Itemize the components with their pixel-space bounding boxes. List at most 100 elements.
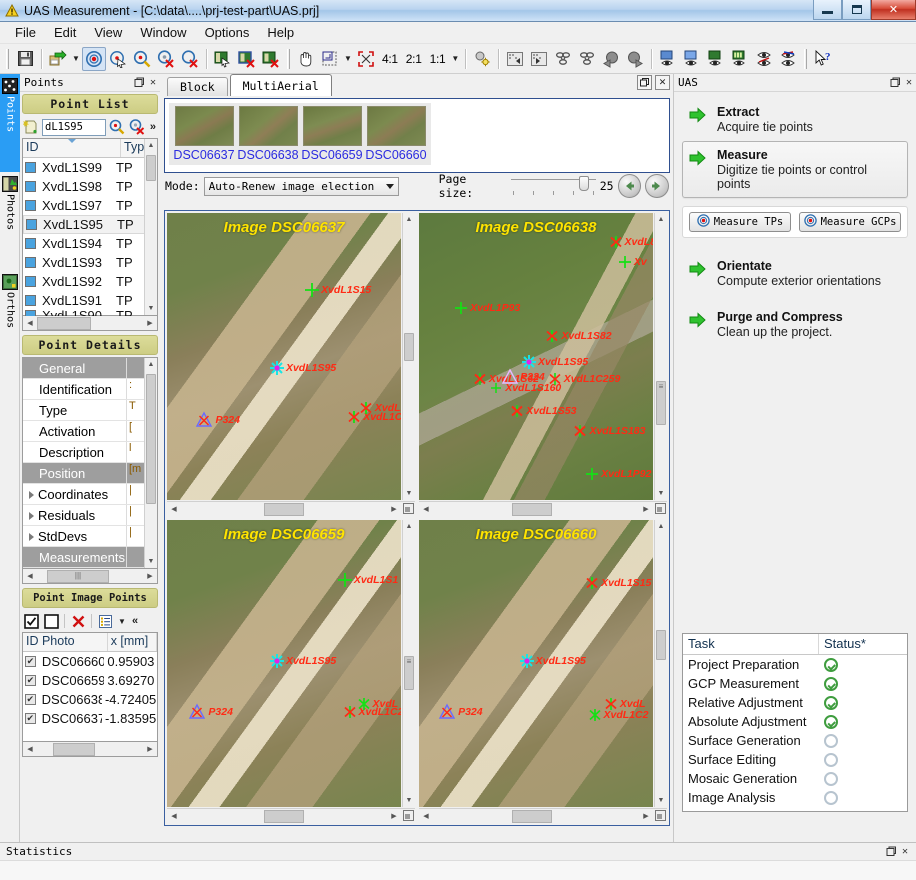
sidebar-item-photos[interactable]: Photos xyxy=(0,172,20,270)
globe-back-icon[interactable] xyxy=(599,47,623,71)
scroll-thumb[interactable] xyxy=(511,502,552,516)
slider-thumb[interactable] xyxy=(578,176,589,191)
measure-gcps-button[interactable]: Measure GCPs xyxy=(799,212,901,232)
scroll-up-icon[interactable]: ▲ xyxy=(403,213,415,226)
row-checkbox[interactable]: ✔ xyxy=(25,656,36,667)
minimize-button[interactable] xyxy=(813,0,842,20)
table-row[interactable]: XvdL1S94 TP xyxy=(23,234,157,253)
link-images-icon[interactable] xyxy=(551,47,575,71)
detail-row-activation[interactable]: Activation [ xyxy=(23,421,144,442)
menu-item-help[interactable]: Help xyxy=(258,23,303,42)
more-chevron-icon[interactable]: » xyxy=(148,121,158,133)
scroll-thumb[interactable] xyxy=(404,333,414,361)
detail-group-general[interactable]: General xyxy=(23,358,144,379)
scroll-left-icon[interactable]: ◀ xyxy=(23,572,37,580)
image-pick-icon[interactable] xyxy=(211,47,235,71)
zoom-4-1-button[interactable]: 4:1 xyxy=(378,52,402,66)
table-row[interactable]: XvdL1S92 TP xyxy=(23,272,157,291)
step-orientate[interactable]: Orientate Compute exterior orientations xyxy=(682,252,908,295)
pip-hscrollbar[interactable]: ◀ ▶ xyxy=(22,742,158,757)
table-row[interactable]: XvdL1S98 TP xyxy=(23,177,157,196)
eye-gcp-icon[interactable] xyxy=(776,47,800,71)
check-all-icon[interactable] xyxy=(22,612,40,630)
brightness-icon[interactable] xyxy=(470,47,494,71)
viewport-hscrollbar[interactable]: ◀ ▶ xyxy=(167,501,415,516)
viewport-hscrollbar[interactable]: ◀ ▶ xyxy=(419,808,667,823)
viewport-dsc06659[interactable]: Image DSC06659 XvdL1S1 XvdL1S95 P324 Xvd… xyxy=(165,518,417,825)
menu-item-window[interactable]: Window xyxy=(131,23,195,42)
uas-panel-float-icon[interactable] xyxy=(888,76,902,90)
scroll-thumb[interactable] xyxy=(656,630,666,660)
row-checkbox[interactable]: ✔ xyxy=(25,713,36,724)
scroll-left-icon[interactable]: ◀ xyxy=(419,505,433,513)
scroll-up-icon[interactable]: ▲ xyxy=(655,520,667,533)
scroll-left-icon[interactable]: ◀ xyxy=(23,319,37,327)
fit-dropdown-arrow-icon[interactable]: ▼ xyxy=(342,47,354,71)
step-purge-and-compress[interactable]: Purge and Compress Clean up the project. xyxy=(682,303,908,346)
viewport-hscrollbar[interactable]: ◀ ▶ xyxy=(167,808,415,823)
table-row[interactable]: Mosaic Generation xyxy=(683,769,907,788)
scroll-right-icon[interactable]: ▶ xyxy=(143,319,157,327)
uas-panel-close-icon[interactable]: ✕ xyxy=(902,76,916,90)
scroll-thumb[interactable]: ≡ xyxy=(656,381,666,425)
image-delete-icon[interactable] xyxy=(259,47,283,71)
scroll-right-icon[interactable]: ▶ xyxy=(143,572,157,580)
viewport-vscrollbar[interactable]: ▲ ≡ ▼ xyxy=(654,213,667,500)
tab-block[interactable]: Block xyxy=(167,77,228,96)
details-hscrollbar[interactable]: ◀ ||| ▶ xyxy=(22,569,158,584)
table-row[interactable]: GCP Measurement xyxy=(683,674,907,693)
menu-item-file[interactable]: File xyxy=(6,23,45,42)
zoom-1-1-button[interactable]: 1:1 xyxy=(426,52,450,66)
thumbnail-label[interactable]: DSC06638 xyxy=(237,148,298,162)
fit-extent-icon[interactable] xyxy=(354,47,378,71)
viewport-canvas[interactable]: Image DSC06637 XvdL1S15 XvdL1S95 P324 Xv… xyxy=(167,213,401,500)
eye-photos-icon[interactable] xyxy=(680,47,704,71)
scroll-right-icon[interactable]: ▶ xyxy=(639,505,653,513)
measure-tps-button[interactable]: Measure TPs xyxy=(689,212,791,232)
raster-right-icon[interactable] xyxy=(527,47,551,71)
scroll-down-icon[interactable]: ▼ xyxy=(655,794,667,807)
points-grid-hscrollbar[interactable]: ◀ ▶ xyxy=(22,316,158,331)
measure-point-icon[interactable] xyxy=(82,46,106,71)
step-measure[interactable]: Measure Digitize tie points or control p… xyxy=(682,141,908,198)
table-row[interactable]: Image Analysis xyxy=(683,788,907,807)
table-row-selected[interactable]: XvdL1S95 TP xyxy=(23,215,157,234)
tab-multiaerial[interactable]: MultiAerial xyxy=(229,74,332,96)
find-icon[interactable] xyxy=(108,118,126,136)
sidebar-item-points[interactable]: Points xyxy=(0,74,20,172)
globe-forward-icon[interactable] xyxy=(623,47,647,71)
scroll-right-icon[interactable]: ▶ xyxy=(387,505,401,513)
export-icon[interactable] xyxy=(46,47,70,71)
find-clear-icon[interactable] xyxy=(128,118,146,136)
expander-icon[interactable] xyxy=(29,491,34,500)
eye-tie-icon[interactable] xyxy=(752,47,776,71)
table-row[interactable]: ✔ DSC06638 -4.72405 xyxy=(23,690,157,709)
detail-row-identification[interactable]: Identification: xyxy=(23,379,144,400)
thumbnail-label[interactable]: DSC06637 xyxy=(173,148,234,162)
viewport-canvas[interactable]: Image DSC06638 XvdL80 Xv XvdL1P93 xyxy=(419,213,653,500)
mode-select[interactable]: Auto-Renew image election xyxy=(203,176,400,196)
close-icon[interactable]: ✕ xyxy=(655,75,670,90)
statistics-close-icon[interactable]: ✕ xyxy=(898,845,912,859)
prev-page-button[interactable] xyxy=(617,174,642,198)
pip-col-id-photo[interactable]: ID Photo xyxy=(23,633,108,651)
scroll-thumb[interactable]: ||| xyxy=(47,569,109,583)
table-row[interactable]: Relative Adjustment xyxy=(683,693,907,712)
viewport-dsc06637[interactable]: Image DSC06637 XvdL1S15 XvdL1S95 P324 Xv… xyxy=(165,211,417,518)
table-row[interactable]: XvdL1S97 TP xyxy=(23,196,157,215)
viewport-vscrollbar[interactable]: ▲ ▼ xyxy=(402,213,415,500)
table-row[interactable]: Surface Generation xyxy=(683,731,907,750)
pip-more-chevron-icon[interactable]: « xyxy=(130,615,140,627)
scroll-up-icon[interactable]: ▲ xyxy=(145,139,157,152)
table-row[interactable]: Absolute Adjustment xyxy=(683,712,907,731)
zoom-point-icon[interactable] xyxy=(130,47,154,71)
eye-points-icon[interactable] xyxy=(704,47,728,71)
uncheck-all-icon[interactable] xyxy=(42,612,60,630)
export-dropdown-arrow-icon[interactable]: ▼ xyxy=(70,47,82,71)
table-row[interactable]: ✔ DSC06637 -1.83595 xyxy=(23,709,157,728)
save-icon[interactable] xyxy=(13,47,37,71)
scroll-up-icon[interactable]: ▲ xyxy=(655,213,667,226)
sync-images-icon[interactable] xyxy=(575,47,599,71)
table-row[interactable]: XvdL1S93 TP xyxy=(23,253,157,272)
scroll-right-icon[interactable]: ▶ xyxy=(639,812,653,820)
